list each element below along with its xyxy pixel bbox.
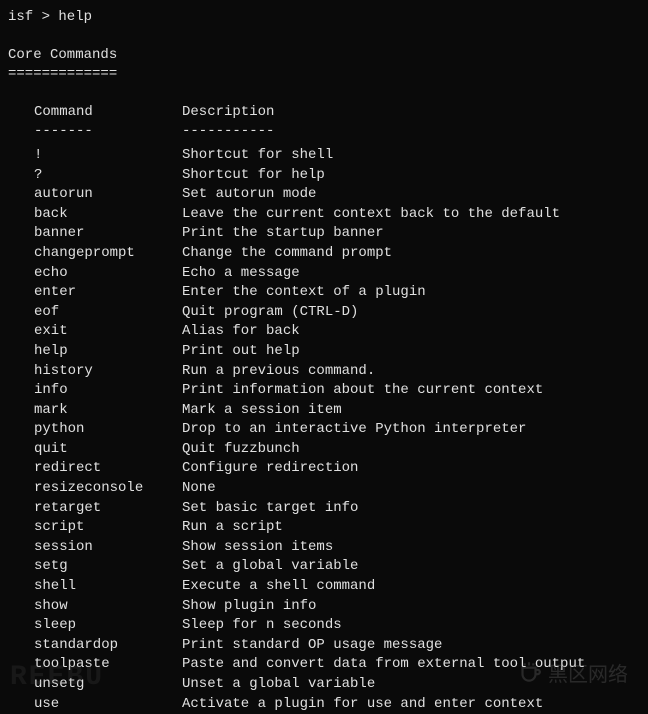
section-underline: ============= — [8, 65, 640, 85]
command-description: Print out help — [182, 342, 640, 362]
command-description: Leave the current context back to the de… — [182, 205, 640, 225]
command-name: resizeconsole — [34, 479, 182, 499]
command-row: setgSet a global variable — [34, 557, 640, 577]
command-name: script — [34, 518, 182, 538]
command-name: mark — [34, 401, 182, 421]
command-row: pythonDrop to an interactive Python inte… — [34, 420, 640, 440]
command-description: Run a script — [182, 518, 640, 538]
command-description: Enter the context of a plugin — [182, 283, 640, 303]
command-row: useActivate a plugin for use and enter c… — [34, 695, 640, 714]
command-description: Show plugin info — [182, 597, 640, 617]
header-command: Command — [34, 103, 182, 123]
command-row: redirectConfigure redirection — [34, 459, 640, 479]
command-name: retarget — [34, 499, 182, 519]
command-name: session — [34, 538, 182, 558]
command-row: !Shortcut for shell — [34, 146, 640, 166]
command-row: toolpastePaste and convert data from ext… — [34, 655, 640, 675]
table-header-underline: ------- ----------- — [34, 122, 640, 142]
command-row: echoEcho a message — [34, 264, 640, 284]
command-name: python — [34, 420, 182, 440]
command-description: Shortcut for help — [182, 166, 640, 186]
command-name: ? — [34, 166, 182, 186]
command-name: quit — [34, 440, 182, 460]
command-name: exit — [34, 322, 182, 342]
header-description-underline: ----------- — [182, 122, 640, 142]
command-row: exitAlias for back — [34, 322, 640, 342]
command-row: standardopPrint standard OP usage messag… — [34, 636, 640, 656]
table-header: Command Description — [34, 103, 640, 123]
command-name: shell — [34, 577, 182, 597]
command-row: sleepSleep for n seconds — [34, 616, 640, 636]
command-description: Quit fuzzbunch — [182, 440, 640, 460]
command-description: Shortcut for shell — [182, 146, 640, 166]
command-name: eof — [34, 303, 182, 323]
command-description: Quit program (CTRL-D) — [182, 303, 640, 323]
command-description: Drop to an interactive Python interprete… — [182, 420, 640, 440]
command-row: changepromptChange the command prompt — [34, 244, 640, 264]
command-name: redirect — [34, 459, 182, 479]
command-description: Print information about the current cont… — [182, 381, 640, 401]
command-name: back — [34, 205, 182, 225]
command-row: eofQuit program (CTRL-D) — [34, 303, 640, 323]
command-description: Set autorun mode — [182, 185, 640, 205]
command-row: markMark a session item — [34, 401, 640, 421]
header-command-underline: ------- — [34, 122, 182, 142]
command-name: history — [34, 362, 182, 382]
command-row: shellExecute a shell command — [34, 577, 640, 597]
command-list: !Shortcut for shell?Shortcut for helpaut… — [8, 146, 640, 714]
header-description: Description — [182, 103, 640, 123]
command-name: help — [34, 342, 182, 362]
command-description: Alias for back — [182, 322, 640, 342]
command-name: ! — [34, 146, 182, 166]
command-row: unsetgUnset a global variable — [34, 675, 640, 695]
command-name: toolpaste — [34, 655, 182, 675]
command-name: setg — [34, 557, 182, 577]
command-name: enter — [34, 283, 182, 303]
command-description: Unset a global variable — [182, 675, 640, 695]
command-row: showShow plugin info — [34, 597, 640, 617]
prompt-line: isf > help — [8, 8, 640, 28]
section-title: Core Commands — [8, 46, 640, 66]
command-name: autorun — [34, 185, 182, 205]
command-description: Mark a session item — [182, 401, 640, 421]
command-row: autorunSet autorun mode — [34, 185, 640, 205]
command-description: None — [182, 479, 640, 499]
command-description: Change the command prompt — [182, 244, 640, 264]
command-row: enterEnter the context of a plugin — [34, 283, 640, 303]
command-description: Show session items — [182, 538, 640, 558]
command-description: Print the startup banner — [182, 224, 640, 244]
command-description: Paste and convert data from external too… — [182, 655, 640, 675]
command-description: Echo a message — [182, 264, 640, 284]
command-row: backLeave the current context back to th… — [34, 205, 640, 225]
command-description: Activate a plugin for use and enter cont… — [182, 695, 640, 714]
command-row: historyRun a previous command. — [34, 362, 640, 382]
command-name: sleep — [34, 616, 182, 636]
command-row: scriptRun a script — [34, 518, 640, 538]
command-description: Set a global variable — [182, 557, 640, 577]
command-name: changeprompt — [34, 244, 182, 264]
command-name: use — [34, 695, 182, 714]
command-row: infoPrint information about the current … — [34, 381, 640, 401]
command-row: ?Shortcut for help — [34, 166, 640, 186]
command-name: unsetg — [34, 675, 182, 695]
command-row: helpPrint out help — [34, 342, 640, 362]
command-name: show — [34, 597, 182, 617]
command-row: quitQuit fuzzbunch — [34, 440, 640, 460]
command-description: Configure redirection — [182, 459, 640, 479]
command-name: echo — [34, 264, 182, 284]
command-name: info — [34, 381, 182, 401]
command-row: resizeconsoleNone — [34, 479, 640, 499]
command-row: sessionShow session items — [34, 538, 640, 558]
command-row: retargetSet basic target info — [34, 499, 640, 519]
command-description: Execute a shell command — [182, 577, 640, 597]
command-description: Set basic target info — [182, 499, 640, 519]
command-name: banner — [34, 224, 182, 244]
command-description: Sleep for n seconds — [182, 616, 640, 636]
command-row: bannerPrint the startup banner — [34, 224, 640, 244]
command-description: Run a previous command. — [182, 362, 640, 382]
command-name: standardop — [34, 636, 182, 656]
command-description: Print standard OP usage message — [182, 636, 640, 656]
